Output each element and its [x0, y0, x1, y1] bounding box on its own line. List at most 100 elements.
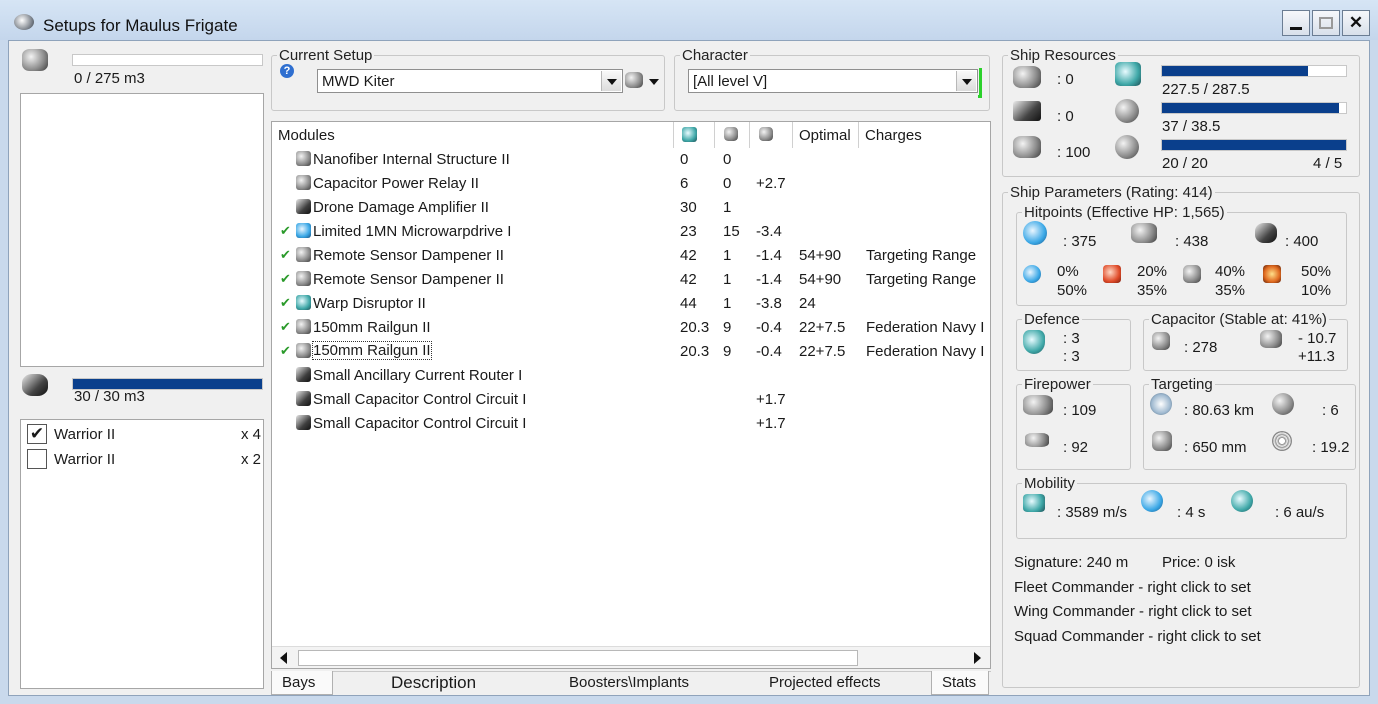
module-name: Warp Disruptor II — [313, 295, 426, 312]
sensor-strength: : 19.2 — [1312, 439, 1350, 456]
capacitor-amount: : 278 — [1184, 339, 1218, 356]
setup-select[interactable]: MWD Kiter — [317, 69, 623, 93]
hitpoints-group: Hitpoints (Effective HP: 1,565) : 375 : … — [1016, 204, 1347, 306]
maximize-button[interactable] — [1312, 10, 1340, 36]
character-select-value: [All level V] — [693, 73, 768, 90]
module-icon — [296, 271, 311, 286]
title-bar[interactable]: Setups for Maulus Frigate ✕ — [0, 0, 1378, 40]
col-header-charges[interactable]: Charges — [859, 122, 990, 148]
signature-text: Signature: 240 m — [1014, 554, 1129, 571]
capacitor-icon — [759, 127, 773, 141]
module-row[interactable]: Small Capacitor Control Circuit I +1.7 — [272, 412, 986, 436]
module-name: 150mm Railgun II — [312, 341, 432, 360]
col-header-capacitor[interactable] — [750, 122, 793, 148]
scroll-thumb[interactable] — [298, 650, 858, 666]
app-icon — [14, 14, 34, 30]
module-cpu: 44 — [680, 295, 697, 312]
capacitor-usage: - 10.7 — [1298, 330, 1337, 347]
fleet-commander-text[interactable]: Fleet Commander - right click to set — [1014, 579, 1251, 596]
chevron-down-icon[interactable] — [956, 71, 976, 91]
tab-stats[interactable]: Stats — [931, 671, 989, 695]
scroll-right-icon[interactable] — [974, 652, 981, 664]
chevron-down-icon[interactable] — [601, 71, 621, 91]
maximize-icon — [1319, 17, 1333, 29]
module-cpu: 20.3 — [680, 319, 710, 336]
module-online-check: ✔ — [280, 247, 291, 262]
module-icon — [296, 343, 311, 358]
calibration-text: 20 / 20 — [1162, 155, 1208, 172]
thermal-resist-icon — [1103, 265, 1121, 283]
drone-checkbox[interactable] — [27, 449, 47, 469]
module-name: Nanofiber Internal Structure II — [313, 151, 510, 168]
help-icon[interactable]: ? — [280, 64, 294, 78]
module-cpu: 20.3 — [680, 343, 710, 360]
shield-icon — [1023, 221, 1047, 245]
drone-qty: x 4 — [240, 426, 261, 443]
module-name: Drone Damage Amplifier II — [313, 199, 489, 216]
setup-tools-icon[interactable] — [625, 72, 643, 88]
module-name: Capacitor Power Relay II — [313, 175, 479, 192]
module-row[interactable]: ✔ Remote Sensor Dampener II 42 1 -1.4 54+90 Ta… — [272, 244, 986, 268]
defence-legend: Defence — [1022, 311, 1082, 328]
module-row[interactable]: ✔ Remote Sensor Dampener II 42 1 -1.4 54+90 Ta… — [272, 268, 986, 292]
powergrid-icon — [1115, 99, 1139, 123]
sensor-strength-icon — [1272, 431, 1292, 451]
module-row[interactable]: Nanofiber Internal Structure II 0 0 — [272, 148, 986, 172]
col-header-cpu[interactable] — [674, 122, 715, 148]
col-header-powergrid[interactable] — [715, 122, 750, 148]
thermal-resist-a: 20% — [1137, 263, 1168, 280]
targeting-range-icon — [1150, 393, 1172, 415]
squad-commander-text[interactable]: Squad Commander - right click to set — [1014, 628, 1261, 645]
module-row[interactable]: Small Ancillary Current Router I — [272, 364, 986, 388]
cpu-text: 227.5 / 287.5 — [1162, 81, 1250, 98]
em-resist-b: 50% — [1057, 282, 1088, 299]
tab-description[interactable]: Description — [381, 670, 486, 694]
modules-list[interactable]: Modules Optimal Charges Nanofiber Intern… — [271, 121, 991, 669]
drone-item[interactable]: Warrior II x 2 — [27, 448, 261, 472]
col-header-optimal[interactable]: Optimal — [793, 122, 859, 148]
character-select[interactable]: [All level V] — [688, 69, 978, 93]
module-row[interactable]: ✔ Limited 1MN Microwarpdrive I 23 15 -3.4 — [272, 220, 986, 244]
cargo-list[interactable] — [20, 93, 264, 367]
close-button[interactable]: ✕ — [1342, 10, 1370, 36]
tab-projected-effects[interactable]: Projected effects — [759, 671, 890, 695]
horizontal-scrollbar[interactable] — [272, 646, 990, 668]
module-powergrid: 9 — [723, 319, 732, 336]
drone-item[interactable]: ✔ Warrior II x 4 — [27, 423, 261, 447]
module-row[interactable]: Capacitor Power Relay II 6 0 +2.7 — [272, 172, 986, 196]
calibration-icon — [1115, 135, 1139, 159]
drone-checkbox[interactable]: ✔ — [27, 424, 47, 444]
module-online-check: ✔ — [280, 271, 291, 286]
scan-resolution: : 650 mm — [1184, 439, 1247, 456]
module-row[interactable]: ✔ 150mm Railgun II 20.3 9 -0.4 22+7.5 Federati… — [272, 340, 986, 364]
shield-hp: : 375 — [1063, 233, 1097, 250]
col-header-modules[interactable]: Modules — [272, 122, 674, 148]
firepower-value-1: : 109 — [1063, 402, 1097, 419]
armor-hp: : 438 — [1175, 233, 1209, 250]
calibration-bar — [1161, 139, 1347, 151]
drone-list[interactable]: ✔ Warrior II x 4 Warrior II x 2 — [20, 419, 264, 689]
module-capacitor: +2.7 — [756, 175, 786, 192]
module-charges: Federation Navy I — [866, 319, 985, 336]
cpu-bar — [1161, 65, 1347, 77]
scroll-left-icon[interactable] — [280, 652, 287, 664]
module-cpu: 30 — [680, 199, 697, 216]
module-capacitor: +1.7 — [756, 415, 786, 432]
wing-commander-text[interactable]: Wing Commander - right click to set — [1014, 603, 1252, 620]
module-rows: Nanofiber Internal Structure II 0 0 Capacit… — [272, 148, 990, 648]
module-optimal: 24 — [799, 295, 816, 312]
cpu-icon — [682, 127, 697, 142]
powergrid-text: 37 / 38.5 — [1162, 118, 1221, 135]
cargo-capacity-text: 0 / 275 m3 — [74, 70, 145, 87]
module-row[interactable]: ✔ 150mm Railgun II 20.3 9 -0.4 22+7.5 Federati… — [272, 316, 986, 340]
module-powergrid: 1 — [723, 199, 732, 216]
minimize-button[interactable] — [1282, 10, 1310, 36]
module-row[interactable]: Drone Damage Amplifier II 30 1 — [272, 196, 986, 220]
module-row[interactable]: Small Capacitor Control Circuit I +1.7 — [272, 388, 986, 412]
tab-boosters-implants[interactable]: Boosters\Implants — [559, 671, 699, 695]
setup-menu-chevron-icon[interactable] — [644, 71, 664, 91]
ship-resources-group: Ship Resources : 0 : 0 : 100 227.5 / 287… — [1002, 47, 1360, 177]
tab-bays[interactable]: Bays — [271, 671, 333, 695]
module-row[interactable]: ✔ Warp Disruptor II 44 1 -3.8 24 — [272, 292, 986, 316]
module-optimal: 22+7.5 — [799, 319, 846, 336]
